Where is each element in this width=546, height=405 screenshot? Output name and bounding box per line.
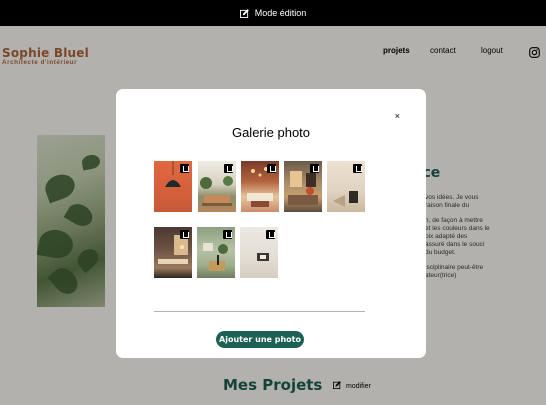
- modal-divider: [154, 311, 365, 312]
- gallery-photo: [198, 161, 236, 212]
- gallery-photo: [240, 227, 278, 278]
- edit-icon: [239, 8, 249, 18]
- gallery-photo: [241, 161, 279, 212]
- gallery-photo: [197, 227, 235, 278]
- edit-mode-bar[interactable]: Mode édition: [0, 0, 546, 26]
- delete-photo-icon[interactable]: [224, 164, 233, 173]
- add-photo-button[interactable]: Ajouter une photo: [216, 331, 304, 348]
- delete-photo-icon[interactable]: [223, 230, 232, 239]
- gallery-photo: [154, 161, 192, 212]
- delete-photo-icon[interactable]: [266, 230, 275, 239]
- delete-photo-icon[interactable]: [267, 164, 276, 173]
- modal-title: Galerie photo: [231, 125, 311, 140]
- gallery-photo: [284, 161, 322, 212]
- close-icon[interactable]: ×: [395, 111, 400, 121]
- delete-photo-icon[interactable]: [180, 164, 189, 173]
- delete-photo-icon[interactable]: [353, 164, 362, 173]
- delete-photo-icon[interactable]: [180, 230, 189, 239]
- gallery-photo: [154, 227, 192, 278]
- delete-photo-icon[interactable]: [310, 164, 319, 173]
- gallery-photo: [327, 161, 365, 212]
- gallery-modal: × Galerie photo Ajouter une photo: [116, 89, 426, 358]
- edit-mode-label: Mode édition: [254, 8, 307, 18]
